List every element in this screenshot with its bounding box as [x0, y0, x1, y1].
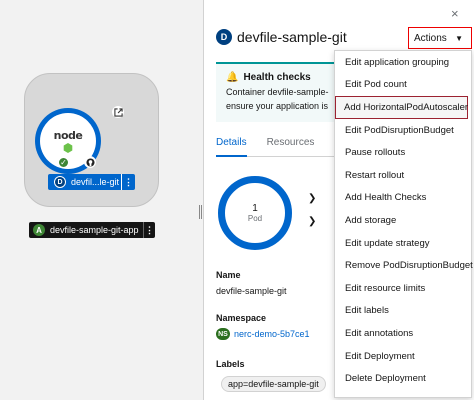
- app-label-text: devfile-sample-git-app: [50, 225, 139, 235]
- menu-item-pause-rollouts[interactable]: Pause rollouts: [335, 141, 471, 164]
- menu-item-add-hpa[interactable]: Add HorizontalPodAutoscaler: [335, 96, 468, 119]
- menu-item-remove-pdb[interactable]: Remove PodDisruptionBudget: [335, 254, 473, 277]
- nodejs-hexagon-icon: [63, 143, 73, 153]
- scale-down-icon[interactable]: ❯: [308, 216, 316, 227]
- actions-label: Actions: [414, 32, 447, 44]
- pod-count-donut: 1 Pod: [218, 176, 292, 250]
- bell-icon: 🔔: [226, 72, 239, 83]
- panel-title: devfile-sample-git: [237, 29, 347, 45]
- menu-item-edit-labels[interactable]: Edit labels: [335, 300, 471, 323]
- github-icon[interactable]: [84, 156, 96, 168]
- alert-title: Health checks: [243, 72, 311, 83]
- health-checks-alert: 🔔 Health checks Container devfile-sample…: [216, 62, 336, 122]
- menu-item-add-health-checks[interactable]: Add Health Checks: [335, 187, 471, 210]
- build-success-icon[interactable]: ✓: [58, 157, 69, 168]
- caret-down-icon: ▼: [455, 33, 463, 43]
- pod-unit: Pod: [247, 214, 263, 223]
- tab-details[interactable]: Details: [216, 131, 247, 157]
- namespace-badge: NS: [216, 328, 230, 340]
- nodejs-logo-text: node: [53, 129, 83, 142]
- alert-text-line-1: Container devfile-sample-: [226, 87, 329, 97]
- open-url-icon[interactable]: [112, 106, 124, 118]
- app-label[interactable]: A devfile-sample-git-app ⋮: [29, 222, 155, 238]
- name-label: Name: [216, 270, 241, 280]
- labels-label: Labels: [216, 359, 245, 369]
- name-value: devfile-sample-git: [216, 286, 287, 296]
- actions-dropdown-button[interactable]: Actions ▼: [408, 27, 472, 49]
- namespace-value: NS nerc-demo-5b7ce1: [216, 328, 310, 340]
- label-chip[interactable]: app=devfile-sample-git: [221, 376, 326, 392]
- panel-header: D devfile-sample-git: [216, 29, 347, 45]
- namespace-label: Namespace: [216, 313, 267, 323]
- application-badge: A: [33, 224, 45, 236]
- panel-resize-handle[interactable]: [198, 205, 202, 219]
- menu-item-edit-update-strategy[interactable]: Edit update strategy: [335, 232, 471, 255]
- node-label[interactable]: D devfil...le-git ⋮: [48, 174, 135, 190]
- menu-item-edit-application-grouping[interactable]: Edit application grouping: [335, 51, 471, 74]
- tab-resources[interactable]: Resources: [267, 131, 315, 157]
- menu-item-edit-annotations[interactable]: Edit annotations: [335, 322, 471, 345]
- menu-item-edit-resource-limits[interactable]: Edit resource limits: [335, 277, 471, 300]
- deployment-badge: D: [216, 29, 232, 45]
- deployment-badge: D: [54, 176, 66, 188]
- menu-item-add-storage[interactable]: Add storage: [335, 209, 471, 232]
- actions-menu: Edit application grouping Edit Pod count…: [334, 50, 473, 398]
- scale-up-icon[interactable]: ❯: [308, 193, 316, 204]
- close-panel-button[interactable]: ×: [451, 6, 459, 21]
- menu-item-edit-deployment[interactable]: Edit Deployment: [335, 345, 471, 368]
- alert-text-line-2: ensure your application is: [226, 101, 329, 111]
- node-label-text: devfil...le-git: [71, 177, 120, 187]
- app-kebab-icon[interactable]: ⋮: [143, 222, 155, 238]
- menu-item-restart-rollout[interactable]: Restart rollout: [335, 164, 471, 187]
- node-kebab-icon[interactable]: ⋮: [121, 174, 135, 190]
- pod-count: 1: [252, 203, 258, 214]
- namespace-link[interactable]: nerc-demo-5b7ce1: [234, 329, 310, 339]
- menu-item-edit-pdb[interactable]: Edit PodDisruptionBudget: [335, 119, 471, 142]
- panel-tabs: Details Resources O: [216, 131, 346, 157]
- menu-item-delete-deployment[interactable]: Delete Deployment: [335, 367, 471, 390]
- menu-item-edit-pod-count[interactable]: Edit Pod count: [335, 74, 471, 97]
